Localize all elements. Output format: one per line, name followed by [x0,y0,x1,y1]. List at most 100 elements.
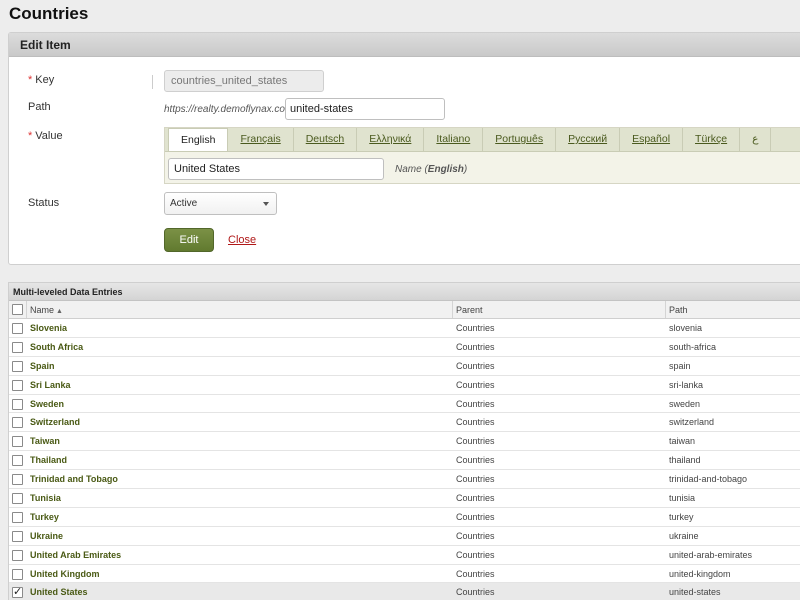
table-row[interactable]: United States Countries united-states [9,583,800,600]
sort-ascending-icon: ▲ [56,308,63,315]
table-row[interactable]: Switzerland Countries switzerland [9,413,800,433]
language-tab[interactable]: Français [228,128,294,151]
row-parent: Countries [456,474,495,485]
key-label: * Key [28,74,54,86]
column-divider [26,301,27,318]
row-checkbox[interactable] [12,585,23,599]
row-checkbox[interactable] [12,474,23,486]
column-divider [665,301,666,318]
row-checkbox[interactable] [12,568,23,580]
row-name-link[interactable]: United Arab Emirates [30,550,121,560]
table-row[interactable]: South Africa Countries south-africa [9,338,800,357]
row-checkbox[interactable] [12,379,23,391]
close-link[interactable]: Close [228,234,256,246]
row-name-link[interactable]: United Kingdom [30,569,100,579]
row-checkbox[interactable] [12,417,23,429]
table-row[interactable]: Tunisia Countries tunisia [9,489,800,508]
row-path: south-africa [669,341,717,352]
row-name-link[interactable]: Thailand [30,455,67,465]
row-checkbox[interactable] [12,511,23,523]
table-row[interactable]: Turkey Countries turkey [9,508,800,527]
row-name-link[interactable]: United States [30,587,88,597]
language-tab[interactable]: Ελληνικά [357,128,425,151]
row-name-link[interactable]: Slovenia [30,323,67,333]
row-checkbox[interactable] [12,341,23,353]
table-row[interactable]: Spain Countries spain [9,357,800,376]
language-tab[interactable]: Русский [556,128,621,151]
row-name-link[interactable]: Taiwan [30,436,60,446]
row-path: slovenia [669,323,703,333]
table-row[interactable]: United Arab Emirates Countries united-arab… [9,546,800,565]
row-parent: Countries [456,323,495,333]
column-divider [452,301,453,318]
row-checkbox[interactable] [12,549,23,561]
row-checkbox[interactable] [12,436,23,448]
value-label: * Value [28,130,63,142]
row-path: switzerland [669,417,715,428]
edit-button[interactable]: Edit [164,228,214,252]
row-parent: Countries [456,398,495,409]
row-name-link[interactable]: Turkey [30,512,59,522]
row-parent: Countries [456,455,495,466]
language-tabs: English Français Deutsch Ελληνικά Italiano Po… [165,128,800,152]
row-name-link[interactable]: Sweden [30,399,64,409]
grid-title: Multi-leveled Data Entries [9,283,800,301]
language-tab[interactable]: English [168,128,229,151]
row-checkbox[interactable] [12,323,23,334]
language-tab[interactable]: Italiano [424,128,484,151]
row-checkbox[interactable] [12,530,23,542]
status-selected-value: Active [170,198,198,209]
row-path: taiwan [669,436,696,447]
hint-prefix: Name ( [395,164,428,175]
row-path: united-states [669,587,721,598]
table-row[interactable]: Trinidad and Tobago Countries trinidad-and… [9,470,800,490]
column-header-parent[interactable]: Parent [456,305,483,315]
key-input[interactable]: countries_united_states [164,70,324,92]
language-tab[interactable]: ع [740,128,772,151]
status-select[interactable]: Active [164,192,277,215]
row-path: turkey [669,511,694,522]
row-parent: Countries [456,568,495,579]
edit-panel-title: Edit Item [9,33,800,57]
language-tab[interactable]: Español [620,128,684,151]
value-hint: Name (English) [395,164,467,175]
page-title: Countries [9,4,89,23]
row-name-link[interactable]: Spain [30,361,55,371]
table-row[interactable]: Thailand Countries thailand [9,451,800,471]
table-row[interactable]: Sweden Countries sweden [9,395,800,414]
path-label: Path [28,101,51,113]
value-input[interactable]: United States [168,158,384,180]
path-input[interactable]: united-states [285,98,445,120]
row-path: trinidad-and-tobago [669,474,748,485]
row-parent: Countries [456,417,495,428]
row-parent: Countries [456,436,495,447]
row-name-link[interactable]: Switzerland [30,417,80,427]
table-row[interactable]: Sri Lanka Countries sri-lanka [9,376,800,395]
row-name-link[interactable]: South Africa [30,342,83,352]
row-checkbox[interactable] [12,398,23,410]
row-name-link[interactable]: Tunisia [30,493,61,503]
row-name-link[interactable]: Trinidad and Tobago [30,474,118,484]
table-row[interactable]: Ukraine Countries ukraine [9,527,800,546]
language-tab[interactable]: Português [483,128,557,151]
table-row[interactable]: Slovenia Countries slovenia [9,319,800,338]
table-row[interactable]: Taiwan Countries taiwan [9,432,800,452]
chevron-down-icon [263,202,269,206]
select-all-checkbox[interactable] [12,304,23,315]
row-parent: Countries [456,379,495,390]
row-parent: Countries [456,360,495,371]
column-header-path[interactable]: Path [669,305,688,315]
row-checkbox[interactable] [12,455,23,467]
row-name-link[interactable]: Sri Lanka [30,380,71,390]
row-checkbox[interactable] [12,360,23,372]
table-row[interactable]: United Kingdom Countries united-kingdom [9,565,800,584]
column-name-label: Name [30,305,55,315]
column-header-name[interactable]: Name ▲ [30,305,63,315]
language-tab[interactable]: Türkçe [683,128,741,151]
row-parent: Countries [456,493,495,504]
row-path: sri-lanka [669,379,704,390]
required-marker: * [28,74,33,86]
language-tab[interactable]: Deutsch [294,128,358,151]
row-checkbox[interactable] [12,493,23,505]
row-name-link[interactable]: Ukraine [30,531,63,541]
